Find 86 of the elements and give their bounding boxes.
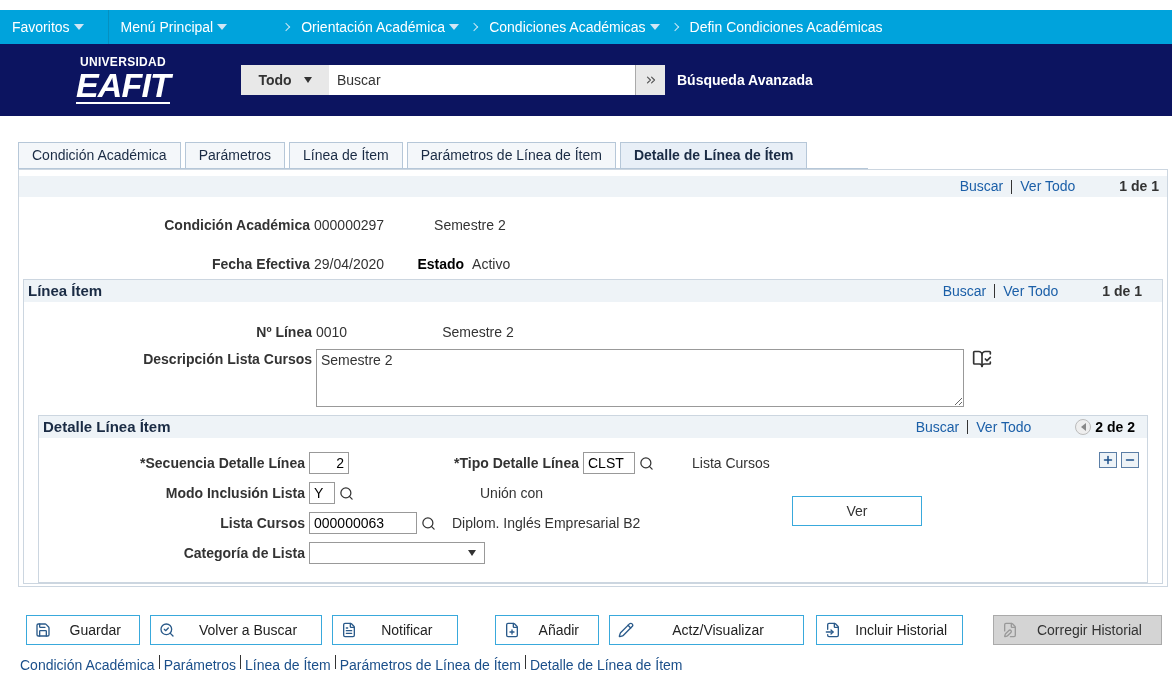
plus-icon bbox=[1102, 454, 1114, 466]
field-value: 000000297 bbox=[314, 216, 385, 235]
description-textarea[interactable]: Semestre 2 bbox=[316, 349, 964, 407]
button-icon bbox=[35, 622, 51, 638]
view-all-link[interactable]: Ver Todo bbox=[1020, 176, 1076, 197]
field-value: Semestre 2 bbox=[442, 323, 514, 342]
field-value: Activo bbox=[472, 255, 511, 274]
course-list-field[interactable]: 000000063 bbox=[309, 512, 417, 534]
caret-icon bbox=[73, 24, 84, 30]
tab[interactable]: Parámetros bbox=[184, 142, 285, 168]
button-icon bbox=[340, 622, 357, 638]
separator-line bbox=[334, 655, 336, 669]
action-button[interactable]: Guardar bbox=[26, 615, 141, 645]
tab[interactable]: Parámetros de Línea de Ítem bbox=[406, 142, 616, 168]
tab[interactable]: Línea de Ítem bbox=[289, 142, 403, 168]
field-label: Descripción Lista Cursos bbox=[142, 350, 313, 369]
add-row-button[interactable] bbox=[1099, 452, 1117, 468]
university-logo: UNIVERSIDAD EAFIT bbox=[63, 56, 183, 104]
footer-link[interactable]: Parámetros bbox=[163, 655, 236, 676]
row-count: 1 de 1 bbox=[1119, 177, 1159, 196]
field-label: Modo Inclusión Lista bbox=[164, 483, 306, 503]
caret-icon bbox=[449, 24, 460, 30]
separator-line bbox=[240, 655, 241, 669]
field-label: Fecha Efectiva bbox=[210, 255, 311, 274]
view-button[interactable]: Ver bbox=[792, 496, 922, 526]
field-label: Categoría de Lista bbox=[182, 543, 306, 563]
search-scope-dropdown[interactable]: Todo bbox=[241, 65, 329, 95]
type-field[interactable]: CLST bbox=[583, 452, 635, 474]
field-label: Estado bbox=[417, 256, 465, 272]
action-button[interactable]: Añadir bbox=[495, 615, 599, 645]
search-field[interactable]: Buscar bbox=[329, 65, 635, 95]
button-icon bbox=[504, 622, 521, 638]
tab[interactable]: Detalle de Línea de Ítem bbox=[619, 142, 808, 168]
field-value: Semestre 2 bbox=[434, 216, 506, 235]
tab[interactable]: Condición Académica bbox=[18, 142, 181, 168]
section-title: Detalle Línea Ítem bbox=[43, 416, 171, 437]
view-all-link[interactable]: Ver Todo bbox=[976, 416, 1032, 438]
field-value: Lista Cursos bbox=[692, 453, 770, 473]
delete-row-button[interactable] bbox=[1121, 452, 1139, 468]
button-icon bbox=[159, 622, 176, 638]
row-count: 1 de 1 bbox=[1102, 281, 1142, 301]
action-button[interactable]: Notificar bbox=[331, 615, 459, 645]
mode-field[interactable]: Y bbox=[309, 482, 335, 504]
search-icon[interactable] bbox=[339, 485, 354, 501]
advanced-search-link[interactable]: Búsqueda Avanzada bbox=[677, 69, 813, 91]
search-go-button[interactable] bbox=[635, 65, 665, 95]
sequence-field[interactable]: 2 bbox=[309, 452, 349, 474]
field-label: *Tipo Detalle Línea bbox=[453, 453, 580, 473]
search-icon[interactable] bbox=[421, 515, 436, 531]
field-label: Nº Línea bbox=[255, 323, 313, 342]
field-value: Diplom. Inglés Empresarial B2 bbox=[452, 513, 641, 533]
action-button[interactable]: Incluir Historial bbox=[815, 615, 963, 645]
action-button[interactable]: Actz/Visualizar bbox=[608, 615, 804, 645]
button-icon bbox=[1001, 622, 1018, 638]
field-label: Lista Cursos bbox=[219, 513, 306, 533]
caret-icon bbox=[217, 24, 228, 30]
previous-icon[interactable] bbox=[1075, 419, 1092, 435]
footer-link[interactable]: Línea de Ítem bbox=[245, 655, 331, 676]
row-count: 2 de 2 bbox=[1095, 417, 1135, 437]
dropdown-arrow-icon bbox=[303, 77, 312, 83]
spellcheck-icon[interactable] bbox=[972, 349, 992, 369]
field-value: 29/04/2020 bbox=[314, 255, 385, 274]
find-link[interactable]: Buscar bbox=[942, 280, 987, 302]
action-button[interactable]: Volver a Buscar bbox=[150, 615, 322, 645]
search-icon[interactable] bbox=[639, 455, 654, 471]
separator-line bbox=[967, 420, 969, 434]
section-title: Línea Ítem bbox=[28, 280, 103, 301]
footer-link[interactable]: Condición Académica bbox=[20, 655, 155, 676]
separator-line bbox=[158, 655, 160, 669]
field-value: Unión con bbox=[480, 483, 544, 503]
field-label: *Secuencia Detalle Línea bbox=[139, 453, 306, 473]
dropdown-arrow-icon bbox=[468, 550, 476, 556]
footer-link[interactable]: Parámetros de Línea de Ítem bbox=[339, 655, 521, 676]
separator-line bbox=[994, 284, 996, 298]
category-dropdown[interactable] bbox=[309, 542, 485, 564]
find-link[interactable]: Buscar bbox=[915, 416, 960, 438]
caret-icon bbox=[649, 24, 660, 30]
field-label: Condición Académica bbox=[163, 216, 311, 235]
view-all-link[interactable]: Ver Todo bbox=[1003, 280, 1059, 302]
button-icon bbox=[617, 622, 634, 638]
field-value: 0010 bbox=[316, 323, 348, 342]
find-link[interactable]: Buscar bbox=[959, 176, 1004, 197]
button-icon bbox=[824, 622, 841, 638]
separator-line bbox=[1011, 179, 1013, 194]
separator-line bbox=[524, 655, 526, 669]
footer-link[interactable]: Detalle de Línea de Ítem bbox=[529, 655, 683, 676]
